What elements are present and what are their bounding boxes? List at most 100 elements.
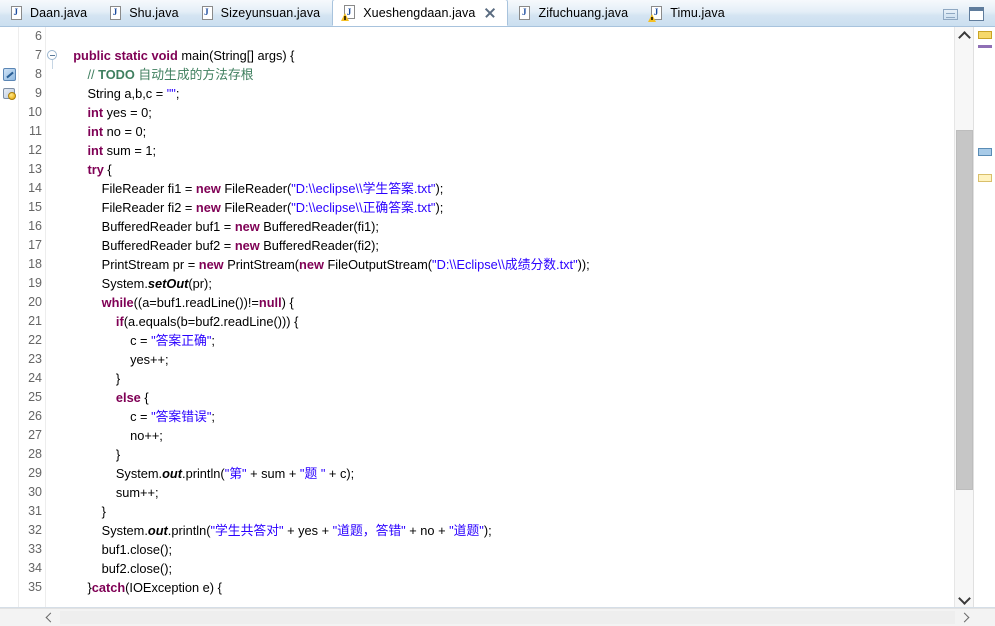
horizontal-scrollbar[interactable] xyxy=(0,608,995,626)
scroll-right-arrow-icon[interactable] xyxy=(955,609,977,626)
editor-tab-label: Zifuchuang.java xyxy=(538,6,629,20)
code-line[interactable]: }catch(IOException e) { xyxy=(59,578,221,597)
editor-tab-label: Shu.java xyxy=(129,6,179,20)
line-number: 19 xyxy=(28,276,42,290)
code-line[interactable]: BufferedReader buf1 = new BufferedReader… xyxy=(59,217,379,236)
line-number: 34 xyxy=(28,561,42,575)
line-number: 35 xyxy=(28,580,42,594)
code-line[interactable]: c = "答案正确"; xyxy=(59,331,215,350)
editor-tab-label: Daan.java xyxy=(30,6,88,20)
horizontal-scrollbar-track[interactable] xyxy=(60,611,955,624)
code-line[interactable]: String a,b,c = ""; xyxy=(59,84,179,103)
line-number: 29 xyxy=(28,466,42,480)
code-line[interactable]: buf1.close(); xyxy=(59,540,172,559)
line-number: 8 xyxy=(35,67,42,81)
editor-tab-shu[interactable]: J Shu.java xyxy=(99,0,190,26)
line-number: 11 xyxy=(29,124,42,138)
line-number-ruler: 6 7 8 9 10 11 12 13 14 15 16 17 18 19 20 21 22 23 24 25 26 27… xyxy=(19,27,46,608)
line-number: 21 xyxy=(28,314,42,328)
java-file-warning-icon: J xyxy=(648,5,664,22)
overview-ruler[interactable] xyxy=(973,27,995,608)
code-line[interactable]: System.out.println("第" + sum + "题 " + c)… xyxy=(59,464,354,483)
code-line[interactable]: while((a=buf1.readLine())!=null) { xyxy=(59,293,294,312)
code-line[interactable]: yes++; xyxy=(59,350,168,369)
editor-tab-bar: J Daan.java J Shu.java J Sizeyunsuan.java J Xue… xyxy=(0,0,995,27)
code-line[interactable]: c = "答案错误"; xyxy=(59,407,215,426)
editor-tab-sizeyunsuan[interactable]: J Sizeyunsuan.java xyxy=(191,0,333,26)
scroll-up-arrow-icon[interactable] xyxy=(955,27,973,44)
occurrence-marker[interactable] xyxy=(978,148,992,156)
changed-line-mark[interactable] xyxy=(978,45,992,48)
code-line[interactable]: System.setOut(pr); xyxy=(59,274,212,293)
line-number: 17 xyxy=(28,238,42,252)
line-number: 26 xyxy=(28,409,42,423)
line-number: 27 xyxy=(28,428,42,442)
code-line[interactable]: int sum = 1; xyxy=(59,141,156,160)
line-number: 16 xyxy=(28,219,42,233)
scroll-left-arrow-icon[interactable] xyxy=(38,609,60,626)
minimize-view-button[interactable] xyxy=(943,8,958,20)
line-number: 22 xyxy=(28,333,42,347)
warning-marker[interactable] xyxy=(978,31,992,39)
task-marker[interactable] xyxy=(978,174,992,182)
editor-tab-timu[interactable]: J Timu.java xyxy=(640,0,737,26)
editor-tab-label: Sizeyunsuan.java xyxy=(220,6,321,20)
editor-tab-zifuchuang[interactable]: J Zifuchuang.java xyxy=(508,0,640,26)
line-number: 24 xyxy=(28,371,42,385)
editor-tab-xueshengdaan[interactable]: J Xueshengdaan.java xyxy=(332,0,509,26)
line-number: 32 xyxy=(28,523,42,537)
line-number: 18 xyxy=(28,257,42,271)
code-line[interactable]: sum++; xyxy=(59,483,159,502)
vertical-scrollbar[interactable] xyxy=(954,27,973,608)
line-number: 13 xyxy=(28,162,42,176)
annotation-ruler[interactable] xyxy=(0,27,19,608)
code-line[interactable]: PrintStream pr = new PrintStream(new Fil… xyxy=(59,255,590,274)
code-line[interactable]: FileReader fi2 = new FileReader("D:\\ecl… xyxy=(59,198,444,217)
line-number: 30 xyxy=(28,485,42,499)
line-number: 9 xyxy=(35,86,42,100)
code-line[interactable]: public static void main(String[] args) { xyxy=(59,46,294,65)
code-line[interactable]: no++; xyxy=(59,426,163,445)
line-number: 20 xyxy=(28,295,42,309)
java-file-icon: J xyxy=(9,5,24,21)
code-line[interactable]: // TODO 自动生成的方法存根 xyxy=(59,65,253,84)
code-line[interactable]: try { xyxy=(59,160,111,179)
line-number: 12 xyxy=(28,143,42,157)
java-editor[interactable]: 6 7 8 9 10 11 12 13 14 15 16 17 18 19 20 21 22 23 24 25 26 27… xyxy=(0,27,995,608)
code-line[interactable]: } xyxy=(59,445,120,464)
code-line[interactable]: int yes = 0; xyxy=(59,103,151,122)
code-line[interactable]: else { xyxy=(59,388,149,407)
warning-bulb-icon[interactable] xyxy=(2,86,18,102)
vertical-scrollbar-thumb[interactable] xyxy=(956,130,973,490)
tab-bar-controls xyxy=(935,7,995,26)
line-number: 23 xyxy=(28,352,42,366)
editor-tab-label: Xueshengdaan.java xyxy=(363,5,476,20)
code-line[interactable]: System.out.println("学生共答对" + yes + "道题，答… xyxy=(59,521,492,540)
line-number: 33 xyxy=(28,542,42,556)
fold-collapse-icon[interactable] xyxy=(47,50,58,69)
editor-tab-label: Timu.java xyxy=(670,6,725,20)
code-line[interactable]: } xyxy=(59,502,106,521)
code-line[interactable]: int no = 0; xyxy=(59,122,146,141)
java-file-icon: J xyxy=(200,5,215,21)
line-number: 28 xyxy=(28,447,42,461)
tab-list: J Daan.java J Shu.java J Sizeyunsuan.java J Xue… xyxy=(0,0,935,26)
line-number: 10 xyxy=(28,105,42,119)
code-line[interactable]: } xyxy=(59,369,120,388)
line-number: 6 xyxy=(35,29,42,43)
code-line[interactable]: BufferedReader buf2 = new BufferedReader… xyxy=(59,236,379,255)
folding-ruler[interactable] xyxy=(46,27,59,608)
scroll-down-arrow-icon[interactable] xyxy=(955,591,973,608)
code-line[interactable]: if(a.equals(b=buf2.readLine())) { xyxy=(59,312,298,331)
editor-tab-daan[interactable]: J Daan.java xyxy=(0,0,99,26)
line-number: 15 xyxy=(28,200,42,214)
code-text-area[interactable]: public static void main(String[] args) {… xyxy=(59,27,954,608)
code-line[interactable]: buf2.close(); xyxy=(59,559,172,578)
close-tab-icon[interactable] xyxy=(484,7,495,18)
code-line[interactable]: FileReader fi1 = new FileReader("D:\\ecl… xyxy=(59,179,444,198)
maximize-view-button[interactable] xyxy=(969,7,984,21)
code-line[interactable] xyxy=(59,27,63,46)
java-file-warning-icon: J xyxy=(341,5,357,21)
line-number: 7 xyxy=(35,48,42,62)
quickfix-icon[interactable] xyxy=(2,67,18,83)
